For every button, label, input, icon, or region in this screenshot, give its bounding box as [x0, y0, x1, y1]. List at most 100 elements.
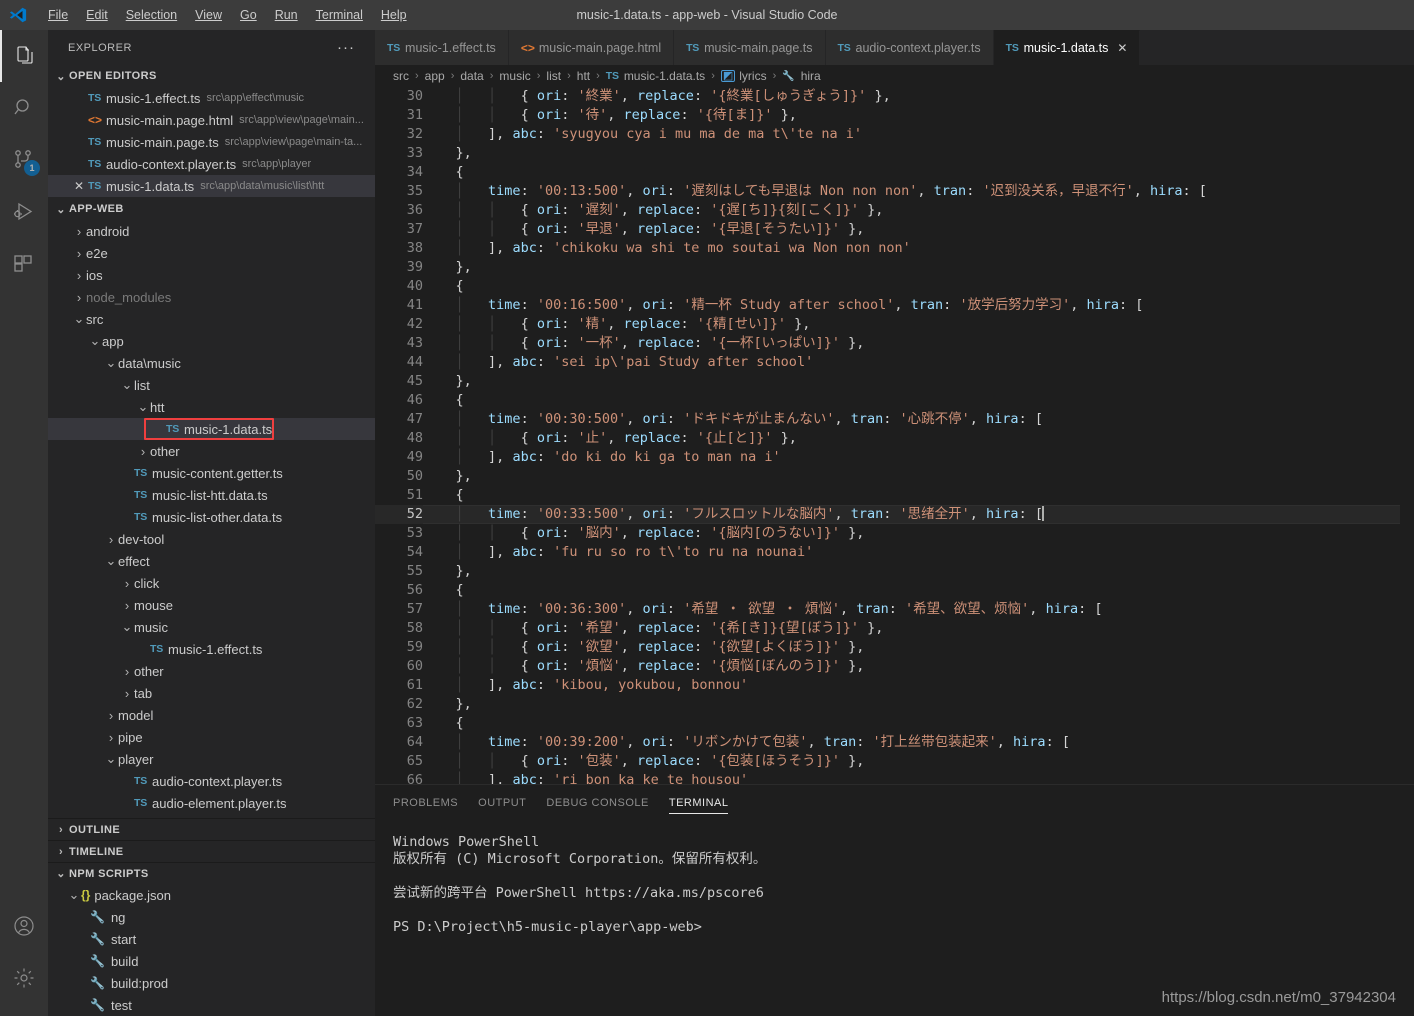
code-line-row[interactable]: 59 │ │ { ori: '欲望', replace: '{欲望[よくぼう]}… [375, 638, 1414, 657]
code-editor[interactable]: 30 │ │ { ori: '終業', replace: '{終業[しゅうぎょう… [375, 87, 1414, 784]
tree-file[interactable]: TS audio-element.player.ts [48, 792, 375, 814]
code-line-row[interactable]: 53 │ │ { ori: '脳内', replace: '{脳内[のうない]}… [375, 524, 1414, 543]
code-line-text[interactable]: │ time: '00:39:200', ori: 'リボンかけて包装', tr… [423, 733, 1414, 752]
editor-tab[interactable]: TS music-main.page.ts [674, 30, 826, 65]
npm-script-item[interactable]: 🔧 ng [48, 906, 375, 928]
section-npm-scripts[interactable]: ⌄ NPM SCRIPTS [48, 862, 375, 884]
tree-folder[interactable]: › other [48, 440, 375, 462]
code-line-text[interactable]: │ ], abc: 'do ki do ki ga to man na i' [423, 448, 1414, 467]
code-line-text[interactable]: │ │ { ori: '脳内', replace: '{脳内[のうない]}' }… [423, 524, 1414, 543]
tree-folder[interactable]: › tab [48, 682, 375, 704]
code-line-row[interactable]: 47 │ time: '00:30:500', ori: 'ドキドキが止まんない… [375, 410, 1414, 429]
open-editor-item[interactable]: TS audio-context.player.ts src\app\player [48, 153, 375, 175]
breadcrumb-item[interactable]: 🔧 hira [782, 69, 820, 83]
tree-folder[interactable]: › node_modules [48, 286, 375, 308]
tree-folder[interactable]: › pipe [48, 726, 375, 748]
code-line-text[interactable]: │ ], abc: 'sei ip\'pai Study after schoo… [423, 353, 1414, 372]
code-line-text[interactable]: }, [423, 695, 1414, 714]
tab-debug-console[interactable]: DEBUG CONSOLE [546, 785, 648, 820]
menu-view[interactable]: View [186, 4, 231, 27]
code-line-text[interactable]: │ ], abc: 'chikoku wa shi te mo soutai w… [423, 239, 1414, 258]
code-line-text[interactable]: │ │ { ori: '早退', replace: '{早退[そうたい]}' }… [423, 220, 1414, 239]
code-line-text[interactable]: }, [423, 258, 1414, 277]
tree-folder[interactable]: › mouse [48, 594, 375, 616]
code-line-row[interactable]: 48 │ │ { ori: '止', replace: '{止[と]}' }, [375, 429, 1414, 448]
code-line-row[interactable]: 44 │ ], abc: 'sei ip\'pai Study after sc… [375, 353, 1414, 372]
code-line-text[interactable]: │ │ { ori: '遅刻', replace: '{遅[ち]}{刻[こく]}… [423, 201, 1414, 220]
tree-file[interactable]: TS audio-context.player.ts [48, 770, 375, 792]
code-line-row[interactable]: 37 │ │ { ori: '早退', replace: '{早退[そうたい]}… [375, 220, 1414, 239]
tab-output[interactable]: OUTPUT [478, 785, 526, 820]
code-line-row[interactable]: 40 { [375, 277, 1414, 296]
menu-file[interactable]: File [39, 4, 77, 27]
code-line-text[interactable]: │ │ { ori: '欲望', replace: '{欲望[よくぼう]}' }… [423, 638, 1414, 657]
npm-script-item[interactable]: 🔧 build [48, 950, 375, 972]
code-line-row[interactable]: 33 }, [375, 144, 1414, 163]
code-line-row[interactable]: 49 │ ], abc: 'do ki do ki ga to man na i… [375, 448, 1414, 467]
npm-package-json[interactable]: ⌄ {} package.json [48, 884, 375, 906]
breadcrumb-item[interactable]: music [499, 69, 530, 83]
code-line-text[interactable]: │ ], abc: 'kibou, yokubou, bonnou' [423, 676, 1414, 695]
code-scroll-area[interactable]: 30 │ │ { ori: '終業', replace: '{終業[しゅうぎょう… [375, 87, 1414, 784]
tree-folder[interactable]: ⌄ effect [48, 550, 375, 572]
code-line-text[interactable]: │ │ { ori: '煩悩', replace: '{煩悩[ぼんのう]}' }… [423, 657, 1414, 676]
code-line-row[interactable]: 38 │ ], abc: 'chikoku wa shi te mo souta… [375, 239, 1414, 258]
tab-problems[interactable]: PROBLEMS [393, 785, 458, 820]
tree-folder[interactable]: › model [48, 704, 375, 726]
code-line-row[interactable]: 41 │ time: '00:16:500', ori: '精一杯 Study … [375, 296, 1414, 315]
tree-folder[interactable]: ⌄ data\music [48, 352, 375, 374]
code-line-row[interactable]: 30 │ │ { ori: '終業', replace: '{終業[しゅうぎょう… [375, 87, 1414, 106]
activity-extensions[interactable] [0, 238, 48, 290]
code-line-text[interactable]: }, [423, 144, 1414, 163]
tree-folder[interactable]: › ios [48, 264, 375, 286]
activity-accounts[interactable] [0, 900, 48, 952]
code-line-text[interactable]: { [423, 581, 1414, 600]
tree-folder[interactable]: ⌄ music [48, 616, 375, 638]
tree-folder[interactable]: › dev-tool [48, 528, 375, 550]
npm-script-item[interactable]: 🔧 test [48, 994, 375, 1016]
sidebar-more-actions-icon[interactable]: ··· [337, 39, 355, 56]
tree-folder[interactable]: › android [48, 220, 375, 242]
activity-manage-gear[interactable] [0, 952, 48, 1004]
code-line-text[interactable]: }, [423, 372, 1414, 391]
code-line-row[interactable]: 55 }, [375, 562, 1414, 581]
npm-script-item[interactable]: 🔧 build:prod [48, 972, 375, 994]
code-line-row[interactable]: 61 │ ], abc: 'kibou, yokubou, bonnou' [375, 676, 1414, 695]
tree-folder[interactable]: › click [48, 572, 375, 594]
code-line-row[interactable]: 42 │ │ { ori: '精', replace: '{精[せい]}' }, [375, 315, 1414, 334]
code-line-text[interactable]: │ time: '00:13:500', ori: '遅刻はしても早退は Non… [423, 182, 1414, 201]
breadcrumb-item[interactable]: data [460, 69, 483, 83]
editor-tab[interactable]: TS music-1.effect.ts [375, 30, 509, 65]
close-icon[interactable]: ✕ [1117, 41, 1127, 55]
npm-script-item[interactable]: 🔧 start [48, 928, 375, 950]
code-line-row[interactable]: 32 │ ], abc: 'syugyou cya i mu ma de ma … [375, 125, 1414, 144]
minimap[interactable] [1400, 87, 1414, 784]
open-editor-item[interactable]: ✕ TS music-1.data.ts src\app\data\music\lis… [48, 175, 375, 197]
code-line-text[interactable]: │ │ { ori: '一杯', replace: '{一杯[いっぱい]}' }… [423, 334, 1414, 353]
tree-folder[interactable]: ⌄ src [48, 308, 375, 330]
breadcrumb-item[interactable]: htt [577, 69, 590, 83]
code-line-text[interactable]: │ │ { ori: '精', replace: '{精[せい]}' }, [423, 315, 1414, 334]
open-editor-item[interactable]: <> music-main.page.html src\app\view\page\… [48, 109, 375, 131]
code-line-row[interactable]: 62 }, [375, 695, 1414, 714]
code-line-text[interactable]: { [423, 163, 1414, 182]
code-line-row[interactable]: 45 }, [375, 372, 1414, 391]
code-line-text[interactable]: │ time: '00:33:500', ori: 'フルスロットルな脳内', … [423, 505, 1414, 524]
code-line-row[interactable]: 54 │ ], abc: 'fu ru so ro t\'to ru na no… [375, 543, 1414, 562]
code-line-text[interactable]: }, [423, 562, 1414, 581]
code-line-text[interactable]: │ │ { ori: '希望', replace: '{希[き]}{望[ぼう]}… [423, 619, 1414, 638]
code-line-row[interactable]: 57 │ time: '00:36:300', ori: '希望 ・ 欲望 ・ … [375, 600, 1414, 619]
tree-folder[interactable]: ⌄ player [48, 748, 375, 770]
tree-folder[interactable]: ⌄ htt [48, 396, 375, 418]
code-line-row[interactable]: 66 │ ], abc: 'ri bon ka ke te housou' [375, 771, 1414, 784]
menu-edit[interactable]: Edit [77, 4, 117, 27]
tree-file[interactable]: TS music-1.effect.ts [48, 638, 375, 660]
breadcrumb-item[interactable]: ◩ lyrics [720, 69, 767, 83]
section-outline[interactable]: › OUTLINE [48, 818, 375, 840]
tree-folder[interactable]: ⌄ list [48, 374, 375, 396]
code-line-text[interactable]: │ │ { ori: '待', replace: '{待[ま]}' }, [423, 106, 1414, 125]
activity-explorer[interactable] [0, 30, 48, 82]
tree-file[interactable]: TS music-list-htt.data.ts [48, 484, 375, 506]
code-line-text[interactable]: { [423, 391, 1414, 410]
editor-tab[interactable]: <> music-main.page.html [508, 30, 675, 65]
